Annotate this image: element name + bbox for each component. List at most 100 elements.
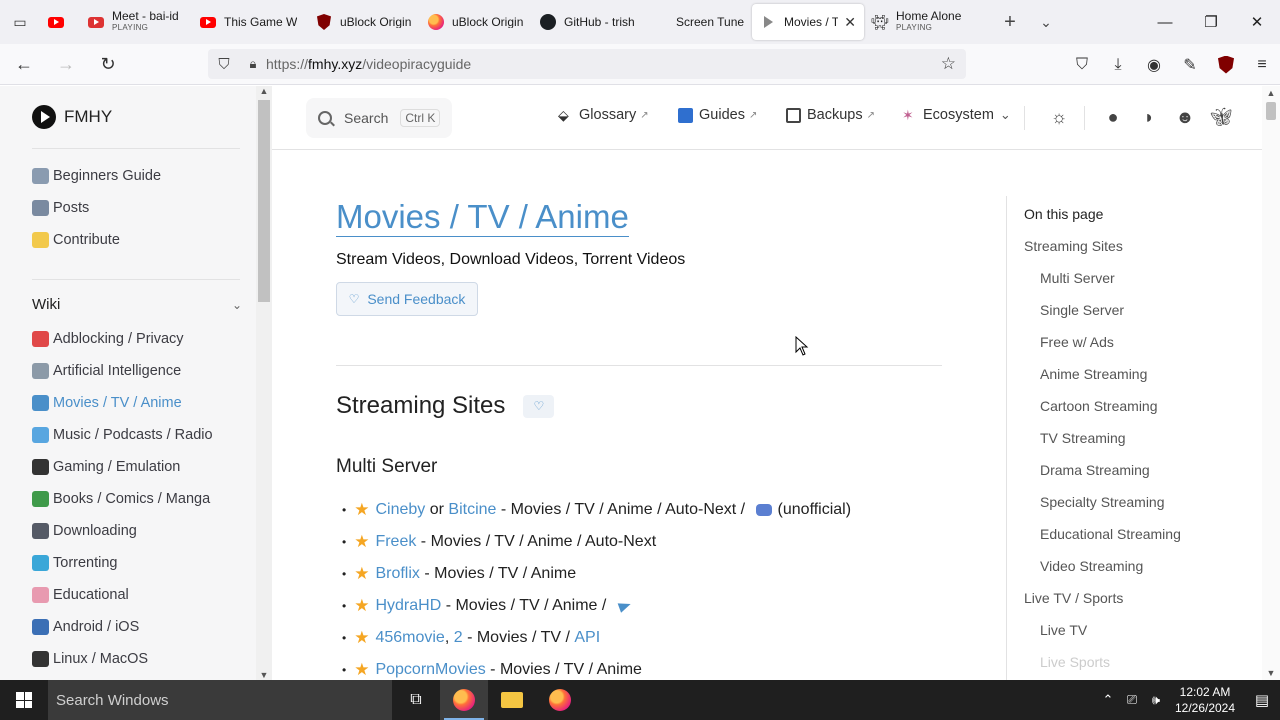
- entry-link[interactable]: API: [574, 629, 600, 647]
- downloads-icon[interactable]: ⤓: [1100, 49, 1136, 81]
- restore-button[interactable]: ❐: [1188, 0, 1234, 44]
- brand[interactable]: FMHY: [32, 105, 112, 129]
- outline-link[interactable]: TV Streaming: [1040, 430, 1126, 446]
- outline-link[interactable]: Multi Server: [1040, 270, 1115, 286]
- tab-close-icon[interactable]: ✕: [844, 14, 856, 31]
- entry-link[interactable]: Cineby: [375, 501, 425, 519]
- outline-link[interactable]: Free w/ Ads: [1040, 334, 1114, 350]
- reload-button[interactable]: ↻: [90, 48, 126, 80]
- sidebar-item[interactable]: Music / Podcasts / Radio: [32, 423, 213, 447]
- outline-link[interactable]: Video Streaming: [1040, 558, 1143, 574]
- sidebar-item[interactable]: Educational: [32, 583, 129, 607]
- task-view-button[interactable]: ⧉: [392, 680, 440, 720]
- taskbar-file-explorer[interactable]: [488, 680, 536, 720]
- sidebar-section-wiki[interactable]: Wiki ⌄: [32, 296, 242, 313]
- taskbar-firefox-active[interactable]: [440, 680, 488, 720]
- sidebar-item[interactable]: Linux / MacOS: [32, 647, 148, 671]
- bluesky-icon[interactable]: 🦋︎: [1210, 106, 1233, 128]
- taskbar-search[interactable]: Search Windows: [48, 680, 392, 720]
- site-search-button[interactable]: Search Ctrl K: [306, 98, 452, 138]
- nav-backups-link[interactable]: Backups ↗: [786, 107, 875, 123]
- tab[interactable]: Meet - bai-id PLAYING: [80, 4, 192, 40]
- tab[interactable]: uBlock Origin: [308, 4, 420, 40]
- sidebar-item[interactable]: Gaming / Emulation: [32, 455, 180, 479]
- minimize-button[interactable]: —: [1142, 0, 1188, 44]
- entry-link[interactable]: HydraHD: [375, 597, 441, 615]
- entry-link[interactable]: Freek: [375, 533, 416, 551]
- sidebar-item[interactable]: Artificial Intelligence: [32, 359, 181, 383]
- nav-glossary-link[interactable]: ⬙ Glossary ↗: [558, 107, 649, 123]
- page-scrollbar[interactable]: ▲ ▼: [1262, 86, 1280, 680]
- discord-icon[interactable]: [755, 504, 772, 516]
- github-icon[interactable]: ●: [1102, 106, 1124, 128]
- page-scroll-thumb[interactable]: [1266, 102, 1276, 120]
- forward-button[interactable]: →: [48, 48, 84, 80]
- scroll-up-arrow-icon[interactable]: ▲: [1262, 88, 1280, 98]
- scroll-down-arrow-icon[interactable]: ▼: [1262, 668, 1280, 678]
- clock[interactable]: 12:02 AM 12/26/2024: [1174, 684, 1236, 716]
- entry-link[interactable]: Broflix: [375, 565, 419, 583]
- outline-link[interactable]: Streaming Sites: [1024, 238, 1123, 254]
- feedback-heart-icon[interactable]: ♡: [523, 394, 555, 418]
- pocket-icon[interactable]: ⛉: [1064, 49, 1100, 81]
- outline-link[interactable]: Live TV: [1040, 622, 1087, 638]
- account-icon[interactable]: ◉: [1136, 49, 1172, 81]
- entry-link[interactable]: Bitcine: [448, 501, 496, 519]
- telegram-icon[interactable]: [617, 599, 633, 613]
- tracking-protection-icon[interactable]: ⛉: [208, 56, 240, 73]
- outline-link[interactable]: Drama Streaming: [1040, 462, 1150, 478]
- list-all-tabs-button[interactable]: ⌄: [1028, 0, 1064, 44]
- taskbar-firefox[interactable]: [536, 680, 584, 720]
- firefox-view-button[interactable]: ▭: [0, 0, 40, 44]
- outline-link[interactable]: Anime Streaming: [1040, 366, 1147, 382]
- sidebar-item[interactable]: Contribute: [32, 228, 120, 252]
- scroll-down-arrow-icon[interactable]: ▼: [256, 670, 272, 680]
- sidebar-item[interactable]: Android / iOS: [32, 615, 139, 639]
- tab[interactable]: GitHub - trish: [532, 4, 644, 40]
- scroll-up-arrow-icon[interactable]: ▲: [256, 86, 272, 96]
- bookmark-star-icon[interactable]: ☆: [941, 54, 956, 74]
- tab[interactable]: This Game W: [192, 4, 308, 40]
- discord-icon[interactable]: ◗: [1138, 106, 1160, 128]
- network-icon[interactable]: ⎚: [1120, 692, 1144, 708]
- outline-link[interactable]: Specialty Streaming: [1040, 494, 1165, 510]
- tab[interactable]: uBlock Origin: [420, 4, 532, 40]
- volume-icon[interactable]: 🕪︎: [1144, 692, 1168, 708]
- theme-toggle-sun-icon[interactable]: ☼: [1048, 106, 1070, 128]
- sidebar-scrollbar[interactable]: ▲ ▼: [256, 86, 272, 680]
- outline-link[interactable]: Educational Streaming: [1040, 526, 1181, 542]
- notification-center-icon[interactable]: ▤: [1244, 680, 1280, 720]
- start-button[interactable]: [0, 680, 48, 720]
- tab[interactable]: [40, 4, 80, 40]
- back-button[interactable]: ←: [6, 48, 42, 80]
- tab[interactable]: 👾︎ Home Alone PLAYING: [864, 4, 992, 40]
- ublock-extension-button[interactable]: [1208, 49, 1244, 81]
- sidebar-item[interactable]: Torrenting: [32, 551, 117, 575]
- url-bar[interactable]: ⛉ 🔒︎ https://fmhy.xyz/videopiracyguide ☆: [208, 49, 966, 79]
- tray-overflow-chevron-icon[interactable]: ⌃: [1096, 692, 1120, 708]
- sidebar-item[interactable]: Books / Comics / Manga: [32, 487, 210, 511]
- outline-link[interactable]: Live TV / Sports: [1024, 590, 1123, 606]
- lock-icon[interactable]: 🔒︎: [240, 56, 266, 72]
- nav-guides-link[interactable]: Guides ↗: [678, 107, 757, 123]
- outline-link[interactable]: Live Sports: [1040, 654, 1110, 670]
- sidebar-item[interactable]: Movies / TV / Anime: [32, 391, 182, 415]
- sidebar-scroll-thumb[interactable]: [258, 100, 270, 302]
- tab[interactable]: Screen Tunes: [644, 4, 752, 40]
- sidebar-item[interactable]: Beginners Guide: [32, 164, 161, 188]
- send-feedback-button[interactable]: ♡ Send Feedback: [336, 282, 478, 316]
- tab-active[interactable]: Movies / TV ✕: [752, 4, 864, 40]
- extensions-icon[interactable]: ✎: [1172, 49, 1208, 81]
- sidebar-item[interactable]: Adblocking / Privacy: [32, 327, 184, 351]
- new-tab-button[interactable]: +: [992, 0, 1028, 44]
- close-window-button[interactable]: ✕: [1234, 0, 1280, 44]
- sidebar-item[interactable]: Downloading: [32, 519, 137, 543]
- entry-link[interactable]: 2: [454, 629, 463, 647]
- outline-link[interactable]: Single Server: [1040, 302, 1124, 318]
- entry-link[interactable]: 456movie: [375, 629, 444, 647]
- url-text[interactable]: https://fmhy.xyz/videopiracyguide: [266, 56, 471, 72]
- entry-link[interactable]: PopcornMovies: [375, 661, 485, 679]
- nav-ecosystem-dropdown[interactable]: ✶ Ecosystem ⌄: [902, 107, 1011, 123]
- outline-link[interactable]: Cartoon Streaming: [1040, 398, 1158, 414]
- sidebar-item[interactable]: Posts: [32, 196, 89, 220]
